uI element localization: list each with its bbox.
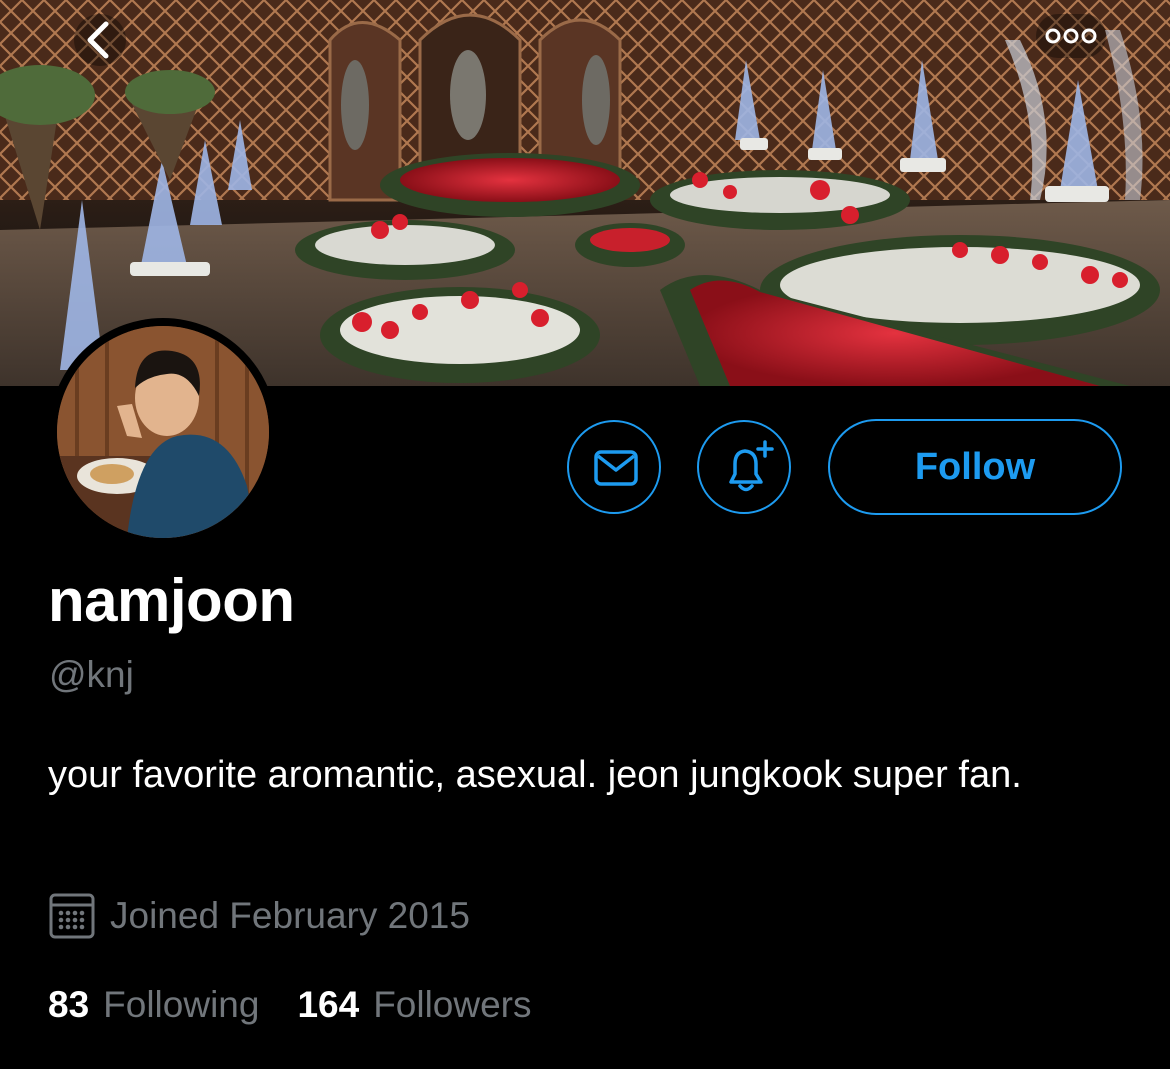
back-button[interactable] [70,10,130,70]
bio-text: your favorite aromantic, asexual. jeon j… [48,754,1022,796]
display-name: namjoon [48,567,295,634]
avatar-photo [57,326,269,538]
followers-label: Followers [373,984,532,1025]
bell-plus-icon [729,440,774,492]
avatar[interactable] [49,318,277,546]
more-options-button[interactable] [1036,14,1106,58]
followers-count: 164 [297,984,360,1025]
more-horizontal-icon [1036,14,1106,58]
following-label: Following [103,984,260,1025]
followers-link[interactable]: 164 Followers [297,984,531,1026]
message-button[interactable] [567,420,661,514]
following-link[interactable]: 83 Following [48,984,259,1026]
chevron-left-icon [74,14,126,66]
joined-label: Joined February 2015 [110,895,470,936]
notifications-button[interactable] [697,420,791,514]
joined-date: Joined February 2015 [48,892,470,940]
username-handle: @knj [49,654,134,695]
follow-stats: 83 Following 164 Followers [48,984,532,1026]
envelope-icon [594,450,638,486]
calendar-icon [49,893,95,939]
following-count: 83 [48,984,90,1025]
follow-button[interactable]: Follow [828,419,1122,515]
